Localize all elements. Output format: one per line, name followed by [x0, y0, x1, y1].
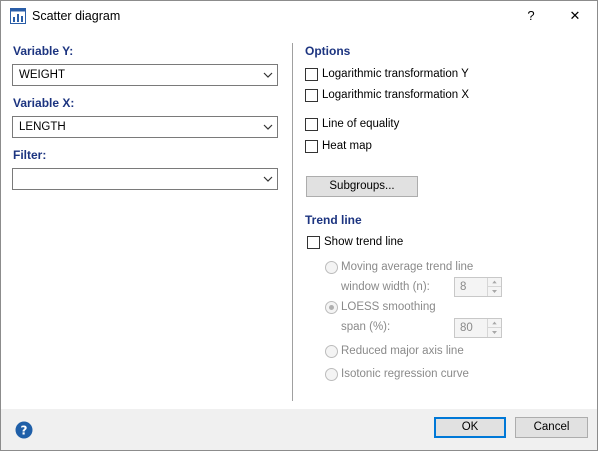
chevron-down-icon: [263, 72, 273, 78]
column-divider: [292, 43, 293, 401]
show-trend-line-label: Show trend line: [324, 236, 404, 248]
checkbox-box[interactable]: [305, 89, 318, 102]
show-trend-line-checkbox[interactable]: Show trend line: [307, 235, 427, 251]
moving-average-label: Moving average trend line: [341, 261, 474, 273]
span-value: 80: [460, 322, 473, 334]
log-x-checkbox[interactable]: Logarithmic transformation X: [305, 88, 505, 104]
log-y-label: Logarithmic transformation Y: [322, 68, 469, 80]
reduced-major-axis-label: Reduced major axis line: [341, 345, 464, 357]
chevron-down-icon: [263, 124, 273, 130]
close-button[interactable]: ✕: [553, 1, 597, 31]
chevron-down-icon: [263, 176, 273, 182]
variable-y-value: WEIGHT: [19, 69, 65, 81]
filter-select[interactable]: [12, 168, 278, 190]
variable-x-select[interactable]: LENGTH: [12, 116, 278, 138]
subgroups-button[interactable]: Subgroups...: [306, 176, 418, 197]
spinner-buttons: [487, 278, 501, 296]
radio-circle[interactable]: [325, 345, 338, 358]
line-of-equality-label: Line of equality: [322, 118, 400, 130]
cancel-button[interactable]: Cancel: [515, 417, 588, 438]
window-title: Scatter diagram: [32, 9, 121, 23]
ok-button[interactable]: OK: [434, 417, 506, 438]
line-of-equality-checkbox[interactable]: Line of equality: [305, 117, 425, 133]
span-spinner[interactable]: 80: [454, 318, 502, 338]
arrow-down-icon[interactable]: [488, 287, 501, 296]
reduced-major-axis-radio[interactable]: Reduced major axis line: [325, 344, 465, 360]
title-help-button[interactable]: ?: [509, 1, 553, 31]
radio-circle[interactable]: [325, 368, 338, 381]
trend-line-heading: Trend line: [305, 213, 362, 227]
loess-label: LOESS smoothing: [341, 301, 436, 313]
scatter-diagram-dialog: Scatter diagram ? ✕ Variable Y: WEIGHT V…: [0, 0, 598, 451]
options-heading: Options: [305, 44, 351, 58]
heat-map-checkbox[interactable]: Heat map: [305, 139, 425, 155]
arrow-down-icon[interactable]: [488, 328, 501, 337]
svg-text:?: ?: [21, 424, 28, 438]
variable-y-select[interactable]: WEIGHT: [12, 64, 278, 86]
arrow-up-icon[interactable]: [488, 319, 501, 328]
spinner-buttons: [487, 319, 501, 337]
window-width-label: window width (n):: [341, 281, 430, 293]
log-x-label: Logarithmic transformation X: [322, 89, 470, 101]
moving-average-radio[interactable]: Moving average trend line: [325, 260, 485, 276]
checkbox-box[interactable]: [305, 118, 318, 131]
arrow-up-icon[interactable]: [488, 278, 501, 287]
checkbox-box[interactable]: [307, 236, 320, 249]
span-label: span (%):: [341, 321, 391, 333]
isotonic-radio[interactable]: Isotonic regression curve: [325, 367, 475, 383]
checkbox-box[interactable]: [305, 68, 318, 81]
title-bar: Scatter diagram ? ✕: [1, 1, 597, 31]
filter-label: Filter:: [13, 148, 47, 162]
dialog-footer: ? OK Cancel: [1, 409, 597, 450]
window-width-value: 8: [460, 281, 467, 293]
chart-icon: [10, 8, 26, 24]
window-width-spinner[interactable]: 8: [454, 277, 502, 297]
radio-circle[interactable]: [325, 261, 338, 274]
loess-radio[interactable]: LOESS smoothing: [325, 300, 445, 316]
dialog-body: Variable Y: WEIGHT Variable X: LENGTH Fi…: [1, 31, 597, 409]
heat-map-label: Heat map: [322, 140, 372, 152]
log-y-checkbox[interactable]: Logarithmic transformation Y: [305, 67, 505, 83]
help-circle-icon[interactable]: ?: [15, 421, 33, 439]
isotonic-label: Isotonic regression curve: [341, 368, 469, 380]
variable-x-label: Variable X:: [13, 96, 75, 110]
checkbox-box[interactable]: [305, 140, 318, 153]
radio-circle-selected[interactable]: [325, 301, 338, 314]
variable-x-value: LENGTH: [19, 121, 66, 133]
variable-y-label: Variable Y:: [13, 44, 74, 58]
